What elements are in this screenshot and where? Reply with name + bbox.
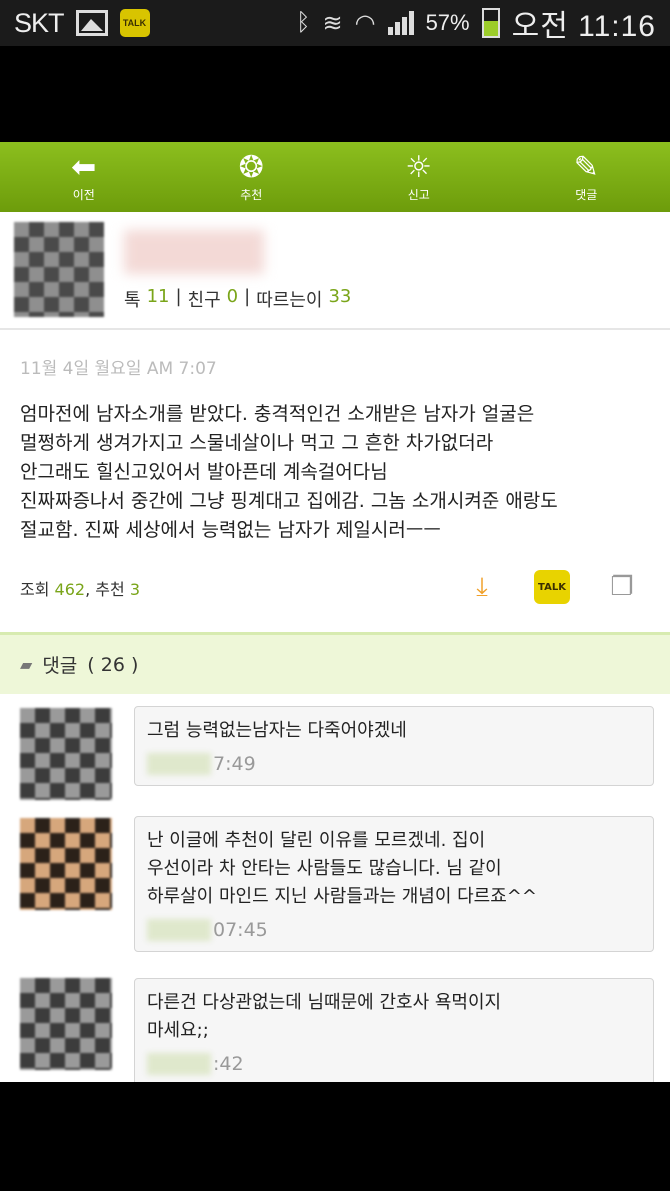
back-button[interactable]: ⬅ 이전 <box>39 149 129 203</box>
post-body: 엄마전에 남자소개를 받았다. 충격적인건 소개받은 남자가 얼굴은 멀쩡하게 … <box>20 403 558 541</box>
comment-text: 난 이글에 추천이 달린 이유를 모르겠네. 집이 우선이라 차 안타는 사람들… <box>147 830 537 907</box>
comma: , <box>85 580 96 599</box>
comment-bubble-icon: ▰ <box>20 655 33 674</box>
report-button[interactable]: ☼ 신고 <box>374 149 464 203</box>
comments-header: ▰ 댓글 ( 26 ) <box>0 632 670 694</box>
comment-bubble: 난 이글에 추천이 달린 이유를 모르겠네. 집이 우선이라 차 안타는 사람들… <box>134 816 654 952</box>
report-label: 신고 <box>407 187 430 202</box>
vibrate-icon: ≋ <box>322 9 343 37</box>
comment-button[interactable]: ✎ 댓글 <box>541 149 631 203</box>
comment-bubble: 다른건 다상관없는데 님때문에 간호사 욕먹이지 마세요;; :42 <box>134 978 654 1082</box>
comments-count: ( 26 ) <box>87 653 139 676</box>
kakaotalk-icon: TALK <box>119 9 150 37</box>
comment-time-value: 7:49 <box>213 753 256 775</box>
carrier-label: SKT <box>14 7 65 38</box>
comments-label: 댓글 <box>42 655 78 677</box>
author-profile: 톡 11 | 친구 0 | 따르는이 33 <box>0 212 670 330</box>
comment-time: 7:49 <box>147 753 641 775</box>
action-toolbar: ⬅ 이전 ❂ 추천 ☼ 신고 ✎ 댓글 <box>0 142 670 212</box>
battery-icon <box>481 8 500 38</box>
commenter-avatar[interactable] <box>20 818 112 910</box>
author-stats: 톡 11 | 친구 0 | 따르는이 33 <box>124 286 351 312</box>
followers-label: 따르는이 <box>256 290 323 311</box>
stats-divider: | <box>175 286 182 307</box>
comment-date-redacted <box>147 919 211 941</box>
back-arrow-icon: ⬅ <box>71 149 97 185</box>
followers-count: 33 <box>328 286 352 307</box>
comment-time: 07:45 <box>147 919 641 941</box>
siren-icon: ☼ <box>405 149 433 185</box>
gallery-icon <box>75 10 108 36</box>
comment-time-value: :42 <box>213 1053 244 1075</box>
recommend-count: 3 <box>129 580 140 599</box>
comment-date-redacted <box>147 753 211 775</box>
post-actions: ⤓ TALK ❐ <box>464 570 640 604</box>
talk-count: 11 <box>146 286 170 307</box>
post-stats: 조회 462, 추천 3 <box>20 576 140 600</box>
wifi-icon: ◠ <box>354 9 376 37</box>
friends-label: 친구 <box>187 290 221 311</box>
comment-pencil-icon: ✎ <box>573 149 599 185</box>
back-label: 이전 <box>72 187 95 202</box>
comment-date-redacted <box>147 1053 211 1075</box>
status-bar: SKT TALK ᛒ ≋ ◠ 57% 오전 11:16 <box>0 0 670 46</box>
views-count: 462 <box>54 580 86 599</box>
battery-percent: 57% <box>425 10 470 35</box>
comment-time: :42 <box>147 1053 641 1075</box>
talk-label: 톡 <box>124 290 141 311</box>
author-name-redacted <box>124 230 264 274</box>
recommend-count-label: 추천 <box>95 580 125 599</box>
recommend-button[interactable]: ❂ 추천 <box>206 149 296 203</box>
app-screen: ⬅ 이전 ❂ 추천 ☼ 신고 ✎ 댓글 톡 11 | 친구 0 | 따르는이 3… <box>0 142 670 1082</box>
post-date: 11월 4일 월요일 AM 7:07 <box>20 359 217 379</box>
recommend-label: 추천 <box>240 187 263 202</box>
medal-icon: ❂ <box>238 149 264 185</box>
download-icon[interactable]: ⤓ <box>464 570 500 604</box>
comment-time-value: 07:45 <box>213 919 268 941</box>
comment-bubble: 그럼 능력없는남자는 다죽어야겠네 7:49 <box>134 706 654 786</box>
commenter-avatar[interactable] <box>20 978 112 1070</box>
views-label: 조회 <box>20 580 50 599</box>
comment-text: 다른건 다상관없는데 님때문에 간호사 욕먹이지 마세요;; <box>147 992 502 1041</box>
friends-count: 0 <box>226 286 239 307</box>
bluetooth-icon: ᛒ <box>296 9 311 36</box>
comment-text: 그럼 능력없는남자는 다죽어야겠네 <box>147 720 407 741</box>
author-avatar[interactable] <box>14 222 104 317</box>
signal-icon <box>387 11 414 35</box>
clock: 오전 11:16 <box>511 10 656 43</box>
comment-label: 댓글 <box>575 187 598 202</box>
copy-icon[interactable]: ❐ <box>604 570 640 604</box>
commenter-avatar[interactable] <box>20 708 112 800</box>
stats-divider: | <box>244 286 251 307</box>
kakaotalk-share-icon[interactable]: TALK <box>534 570 570 604</box>
